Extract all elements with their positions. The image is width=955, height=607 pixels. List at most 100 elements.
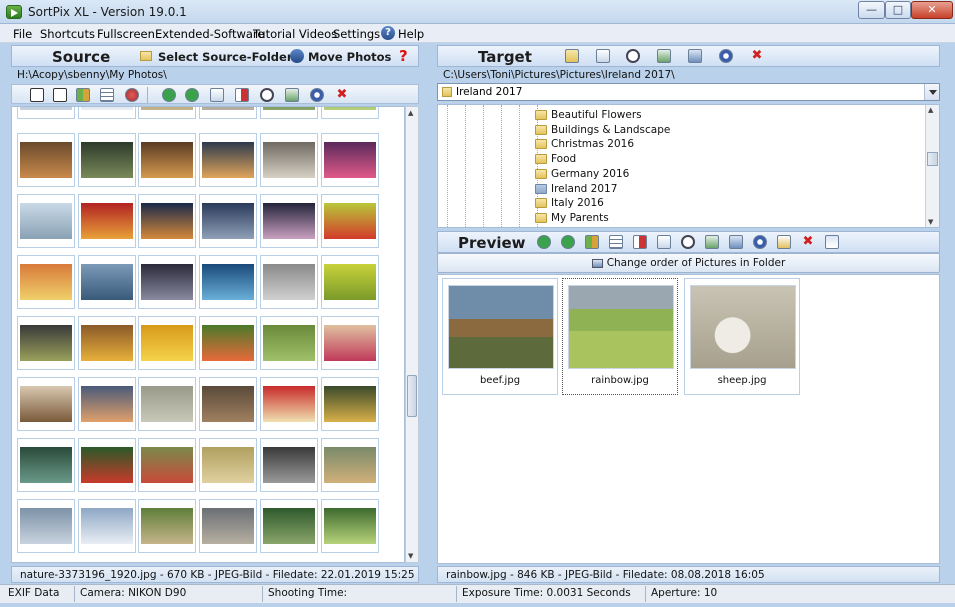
source-thumbnail[interactable] <box>17 194 75 248</box>
source-thumbnail[interactable] <box>260 133 318 187</box>
folder-tree[interactable]: Beautiful Flowers Buildings & Landscape Ch… <box>437 104 940 228</box>
delete-icon[interactable]: ✖ <box>801 235 815 249</box>
source-thumbnail[interactable] <box>199 255 257 309</box>
source-thumbnail[interactable] <box>78 377 136 431</box>
tree-folder-item[interactable]: Christmas 2016 <box>535 138 634 153</box>
new-folder-icon[interactable] <box>565 49 579 63</box>
tree-folder-item[interactable]: Buildings & Landscape <box>535 124 670 139</box>
source-thumbnail[interactable] <box>199 316 257 370</box>
check-all-icon[interactable] <box>30 88 44 102</box>
slideshow-icon[interactable] <box>777 235 791 249</box>
source-thumbnail[interactable] <box>138 194 196 248</box>
source-thumbnail[interactable] <box>199 377 257 431</box>
tree-folder-item[interactable]: Ireland 2017 <box>535 183 617 198</box>
source-thumbnail[interactable] <box>321 377 379 431</box>
tree-folder-item[interactable]: My Parents <box>535 212 609 227</box>
source-thumbnail[interactable] <box>78 194 136 248</box>
source-thumbnail[interactable] <box>17 316 75 370</box>
source-thumbnail[interactable] <box>260 107 318 119</box>
copy-icon[interactable] <box>285 88 299 102</box>
source-thumbnail[interactable] <box>260 499 318 553</box>
source-thumbnail[interactable] <box>321 255 379 309</box>
rotate-left-icon[interactable] <box>162 88 176 102</box>
grid-view-icon[interactable] <box>609 235 623 249</box>
tree-folder-item[interactable]: Food <box>535 153 576 168</box>
preview-card[interactable]: beef.jpg <box>442 278 558 395</box>
source-thumbnail[interactable] <box>138 255 196 309</box>
source-thumbnail[interactable] <box>199 133 257 187</box>
rotate-right-icon[interactable] <box>185 88 199 102</box>
source-thumbnail[interactable] <box>17 255 75 309</box>
source-thumbnail[interactable] <box>260 438 318 492</box>
source-thumbnail[interactable] <box>321 133 379 187</box>
source-scrollbar[interactable]: ▲ ▼ <box>405 106 419 563</box>
copy-icon[interactable] <box>705 235 719 249</box>
refresh-icon[interactable] <box>753 235 767 249</box>
source-thumbnail[interactable] <box>138 107 196 119</box>
close-button[interactable]: ✕ <box>911 1 953 19</box>
uncheck-all-icon[interactable] <box>53 88 67 102</box>
exif-data-label[interactable]: EXIF Data <box>8 587 59 599</box>
tree-scrollbar[interactable]: ▲ ▼ <box>925 105 939 227</box>
search-icon[interactable] <box>681 235 695 249</box>
menu-extended-software[interactable]: Extended-Software <box>155 27 264 41</box>
move-icon[interactable] <box>596 49 610 63</box>
source-thumbnail[interactable] <box>17 377 75 431</box>
source-thumbnail[interactable] <box>321 438 379 492</box>
source-thumbnail[interactable] <box>260 316 318 370</box>
delete-icon[interactable]: ✖ <box>750 49 764 63</box>
source-thumbnail[interactable] <box>138 133 196 187</box>
search-icon[interactable] <box>626 49 640 63</box>
source-thumbnail[interactable] <box>321 194 379 248</box>
menu-help[interactable]: Help <box>398 27 424 41</box>
source-thumbnail-grid[interactable] <box>11 106 405 563</box>
source-thumbnail[interactable] <box>260 194 318 248</box>
refresh-icon[interactable] <box>719 49 733 63</box>
select-source-folder-button[interactable]: Select Source-Folder <box>158 50 293 64</box>
menu-tutorial-videos[interactable]: Tutorial Videos <box>253 27 337 41</box>
source-thumbnail[interactable] <box>321 107 379 119</box>
copy-icon[interactable] <box>657 49 671 63</box>
delete-icon[interactable]: ✖ <box>335 88 349 102</box>
help-icon[interactable]: ? <box>381 26 395 40</box>
source-thumbnail[interactable] <box>138 377 196 431</box>
search-icon[interactable] <box>260 88 274 102</box>
source-thumbnail[interactable] <box>17 499 75 553</box>
rename-icon[interactable] <box>235 88 249 102</box>
source-thumbnail[interactable] <box>199 194 257 248</box>
menu-file[interactable]: File <box>13 27 32 41</box>
scroll-thumb[interactable] <box>407 375 417 417</box>
source-thumbnail[interactable] <box>138 438 196 492</box>
source-thumbnail[interactable] <box>199 499 257 553</box>
move-icon[interactable] <box>657 235 671 249</box>
source-thumbnail[interactable] <box>199 438 257 492</box>
tree-folder-item[interactable]: Germany 2016 <box>535 168 629 183</box>
rotate-left-icon[interactable] <box>537 235 551 249</box>
export-icon[interactable] <box>688 49 702 63</box>
source-thumbnail[interactable] <box>17 133 75 187</box>
compare-icon[interactable] <box>825 235 839 249</box>
preview-card[interactable]: sheep.jpg <box>684 278 800 395</box>
source-thumbnail[interactable] <box>78 133 136 187</box>
grid-view-icon[interactable] <box>100 88 114 102</box>
refresh-icon[interactable] <box>310 88 324 102</box>
preview-card-selected[interactable]: rainbow.jpg <box>562 278 678 395</box>
source-thumbnail[interactable] <box>138 499 196 553</box>
maximize-button[interactable]: □ <box>885 1 911 19</box>
source-thumbnail[interactable] <box>78 438 136 492</box>
menu-shortcuts[interactable]: Shortcuts <box>40 27 95 41</box>
preview-area[interactable]: beef.jpg rainbow.jpg sheep.jpg <box>437 274 940 564</box>
color-wheel-icon[interactable] <box>125 88 139 102</box>
source-thumbnail[interactable] <box>78 255 136 309</box>
source-thumbnail[interactable] <box>138 316 196 370</box>
target-folder-select[interactable]: Ireland 2017 <box>437 83 940 101</box>
export-icon[interactable] <box>729 235 743 249</box>
tree-folder-item[interactable]: Beautiful Flowers <box>535 109 642 124</box>
change-order-button[interactable]: Change order of Pictures in Folder <box>437 253 940 273</box>
source-thumbnail[interactable] <box>78 316 136 370</box>
tree-folder-item[interactable]: Italy 2016 <box>535 197 604 212</box>
sort-icon[interactable] <box>76 88 90 102</box>
minimize-button[interactable]: — <box>858 1 885 19</box>
source-thumbnail[interactable] <box>260 255 318 309</box>
source-thumbnail[interactable] <box>17 438 75 492</box>
